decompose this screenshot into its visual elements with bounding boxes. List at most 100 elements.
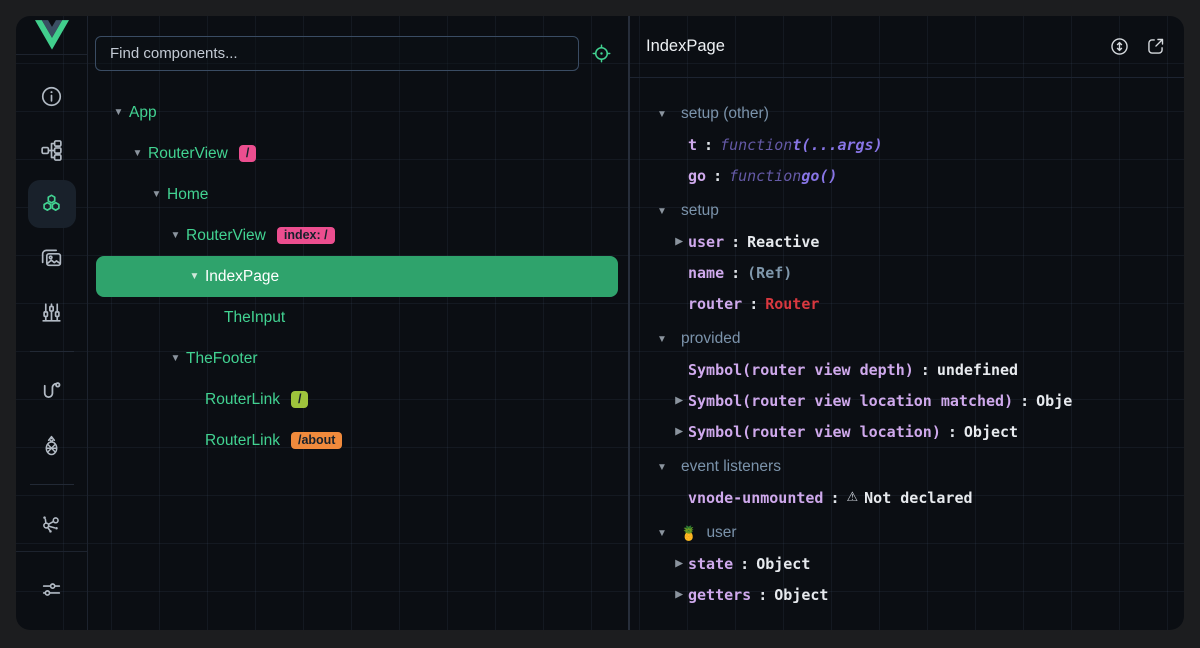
router-icon (39, 379, 64, 404)
inspector-body: ▼setup (other)t:function t(...args)go:fu… (630, 78, 1184, 630)
property-row[interactable]: ▶Symbol(router view location matched):Ob… (646, 385, 1184, 416)
tree-row[interactable]: ▼RouterViewindex: / (96, 215, 618, 256)
rail-bottom (16, 551, 87, 630)
property-row[interactable]: ▶state:Object (646, 548, 1184, 579)
key-value-separator: : (733, 555, 756, 573)
property-row[interactable]: ▶getters:Object (646, 579, 1184, 610)
tree-row[interactable]: RouterLink/about (96, 420, 618, 461)
collapse-arrow-icon: ▼ (652, 334, 672, 345)
expand-arrow-icon[interactable]: ▼ (129, 148, 146, 159)
tree-row[interactable]: ▼TheFooter (96, 338, 618, 379)
key-value-separator: : (742, 295, 765, 313)
tree-row[interactable]: ▼RouterView/ (96, 133, 618, 174)
section-header[interactable]: ▼setup (646, 196, 1184, 226)
property-value: Obje (1036, 392, 1072, 410)
inspector-section: ▼🍍user▶state:Object▶getters:Object (646, 518, 1184, 610)
rail-divider (30, 351, 74, 352)
component-tree: ▼App▼RouterView/▼Home▼RouterViewindex: /… (88, 90, 628, 630)
property-value: go() (801, 167, 837, 185)
inspector-section: ▼setup (other)t:function t(...args)go:fu… (646, 99, 1184, 191)
tree-row[interactable]: ▼Home (96, 174, 618, 215)
expand-arrow-icon[interactable]: ▶ (670, 426, 688, 437)
expand-arrow-icon[interactable]: ▼ (167, 230, 184, 241)
search-input[interactable] (95, 36, 579, 71)
timeline-tab-button[interactable] (28, 288, 76, 336)
property-key: getters (688, 586, 751, 604)
components-tab-button[interactable] (28, 180, 76, 228)
expand-arrow-icon[interactable]: ▼ (167, 353, 184, 364)
section-header[interactable]: ▼setup (other) (646, 99, 1184, 129)
property-row[interactable]: vnode-unmounted:⚠Not declared (646, 482, 1184, 513)
route-badge: /about (291, 432, 343, 450)
section-label: event listeners (681, 458, 781, 476)
pinia-tab-button[interactable] (28, 421, 76, 469)
tree-row[interactable]: RouterLink/ (96, 379, 618, 420)
component-name: RouterView (186, 227, 266, 245)
tree-row[interactable]: ▼App (96, 92, 618, 133)
property-value: Object (756, 555, 810, 573)
tree-row[interactable]: TheInput (96, 297, 618, 338)
expand-arrow-icon[interactable]: ▶ (670, 558, 688, 569)
scroll-to-component-icon[interactable] (1109, 36, 1130, 57)
property-key: user (688, 233, 724, 251)
property-row[interactable]: router:Router (646, 288, 1184, 319)
property-row[interactable]: name: (Ref) (646, 257, 1184, 288)
property-value: Not declared (864, 489, 972, 507)
timeline-icon (39, 300, 64, 325)
component-name: RouterLink (205, 391, 280, 409)
pinia-store-icon: 🍍 (680, 525, 697, 542)
component-tree-tab-button[interactable] (28, 126, 76, 174)
property-value: t(...args) (792, 136, 882, 154)
key-value-separator: : (706, 167, 729, 185)
graph-tab-button[interactable] (28, 500, 76, 548)
collapse-arrow-icon: ▼ (652, 462, 672, 473)
property-key: t (688, 136, 697, 154)
logo-cell (16, 16, 87, 55)
inspector-section: ▼providedSymbol(router view depth):undef… (646, 324, 1184, 447)
property-value: Object (964, 423, 1018, 441)
property-key: Symbol(router view location matched) (688, 392, 1013, 410)
expand-arrow-icon[interactable]: ▼ (148, 189, 165, 200)
component-name: Home (167, 186, 208, 204)
vue-logo-icon (35, 20, 69, 50)
property-value: Reactive (747, 233, 819, 251)
property-row[interactable]: ▶user:Reactive (646, 226, 1184, 257)
rail-divider (30, 484, 74, 485)
info-icon (39, 84, 64, 109)
expand-arrow-icon[interactable]: ▼ (186, 271, 203, 282)
assets-tab-button[interactable] (28, 234, 76, 282)
inspector-header: IndexPage (630, 16, 1184, 78)
property-key: Symbol(router view depth) (688, 361, 914, 379)
expand-arrow-icon[interactable]: ▶ (670, 395, 688, 406)
icon-rail (16, 16, 88, 630)
info-tab-button[interactable] (28, 72, 76, 120)
component-name: App (129, 104, 157, 122)
expand-arrow-icon[interactable]: ▼ (110, 107, 127, 118)
components-icon (39, 192, 64, 217)
property-row[interactable]: Symbol(router view depth):undefined (646, 354, 1184, 385)
key-value-separator: : (751, 586, 774, 604)
section-header[interactable]: ▼ event listeners (646, 452, 1184, 482)
warning-icon: ⚠ (847, 490, 865, 505)
component-name: TheInput (224, 309, 285, 327)
property-key: router (688, 295, 742, 313)
inspect-target-button[interactable] (591, 43, 612, 64)
expand-arrow-icon[interactable]: ▶ (670, 236, 688, 247)
property-row[interactable]: t:function t(...args) (646, 129, 1184, 160)
property-row[interactable]: ▶Symbol(router view location):Object (646, 416, 1184, 447)
property-key: vnode-unmounted (688, 489, 823, 507)
property-key: state (688, 555, 733, 573)
component-name: RouterLink (205, 432, 280, 450)
router-tab-button[interactable] (28, 367, 76, 415)
expand-arrow-icon[interactable]: ▶ (670, 589, 688, 600)
graph-icon (39, 512, 64, 537)
inspector-title: IndexPage (646, 37, 1094, 56)
component-tree-icon (39, 138, 64, 163)
tree-row[interactable]: ▼IndexPage (96, 256, 618, 297)
inspector-section: ▼ event listeners vnode-unmounted:⚠Not dec… (646, 452, 1184, 513)
section-header[interactable]: ▼🍍user (646, 518, 1184, 548)
section-header[interactable]: ▼provided (646, 324, 1184, 354)
property-row[interactable]: go:function go() (646, 160, 1184, 191)
settings-button[interactable] (28, 565, 76, 613)
open-in-editor-icon[interactable] (1145, 36, 1166, 57)
